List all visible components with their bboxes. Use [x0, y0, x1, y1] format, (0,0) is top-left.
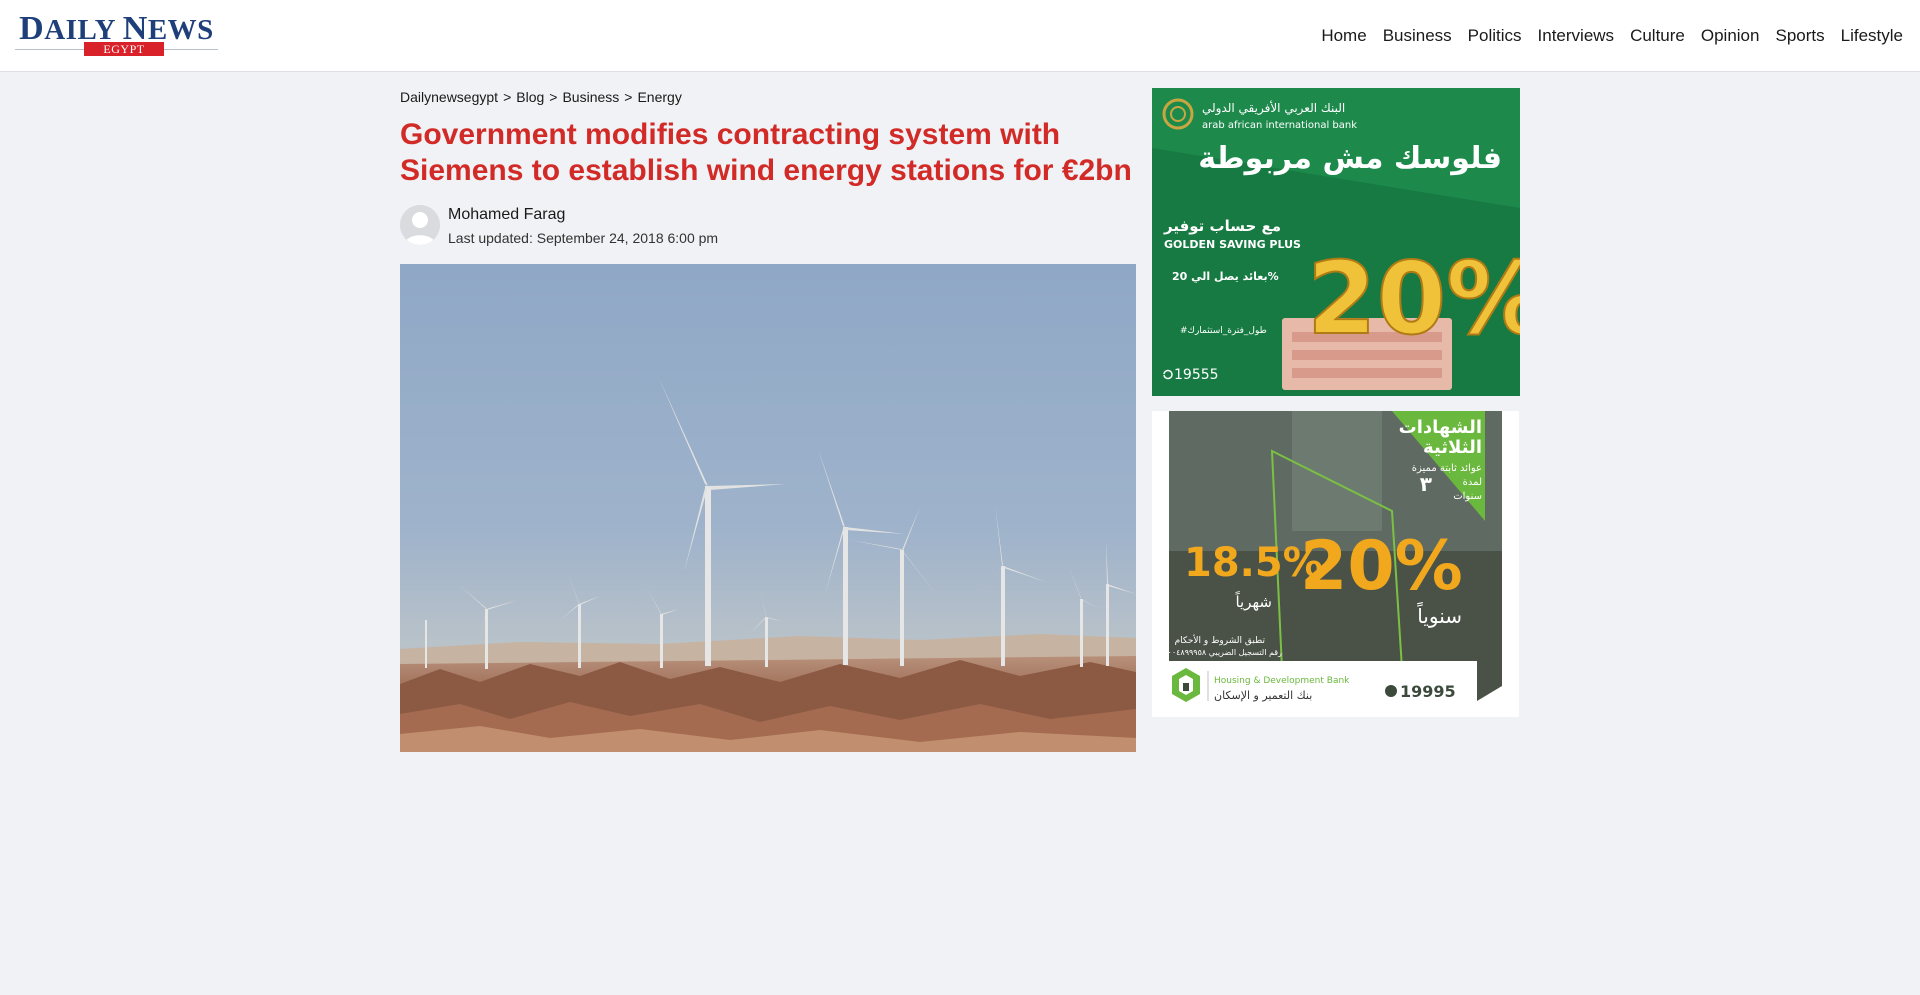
last-updated: Last updated: September 24, 2018 6:00 pm — [448, 230, 719, 246]
ad1-headline: فلوسك مش مربوطة — [1198, 141, 1502, 176]
nav-sports[interactable]: Sports — [1775, 24, 1824, 50]
ad2-sub2: لمدة — [1463, 477, 1482, 488]
ad2-num: ٣ — [1420, 472, 1432, 496]
ad1-tag: #طول_فترة_استثمارك — [1180, 326, 1267, 336]
ad2-tax: رقم التسجيل الضريبي ٢٠٠٤٨٩٩٩٥٨ — [1163, 648, 1282, 657]
ad2-bank-ar: بنك التعمير و الإسكان — [1214, 689, 1312, 702]
article-title: Government modifies contracting system w… — [400, 118, 1132, 187]
ad1-product: GOLDEN SAVING PLUS — [1164, 238, 1301, 251]
ad2-monthly: شهرياً — [1235, 591, 1272, 611]
nav-home[interactable]: Home — [1321, 24, 1366, 50]
author-name[interactable]: Mohamed Farag — [448, 206, 565, 224]
ad1-hotline: 19555 — [1174, 367, 1219, 383]
logo-wordmark: DAILY NEWS — [19, 10, 214, 47]
nav-interviews[interactable]: Interviews — [1538, 24, 1615, 50]
user-icon — [400, 205, 440, 245]
wind-farm-image — [400, 264, 1136, 752]
site-header: DAILY NEWS EGYPT Home Business Politics … — [0, 0, 1920, 72]
breadcrumb-home[interactable]: Dailynewsegypt — [400, 89, 498, 105]
main-nav: Home Business Politics Interviews Cultur… — [1321, 24, 1903, 50]
nav-culture[interactable]: Culture — [1630, 24, 1685, 50]
breadcrumb: Dailynewsegypt > Blog > Business > Energ… — [400, 89, 682, 105]
site-logo[interactable]: DAILY NEWS EGYPT — [15, 10, 218, 58]
ad2-hotline: 19995 — [1400, 682, 1456, 701]
logo-badge: EGYPT — [84, 42, 164, 56]
nav-opinion[interactable]: Opinion — [1701, 24, 1760, 50]
ad2-yearly: سنوياً — [1417, 602, 1462, 628]
breadcrumb-blog[interactable]: Blog — [516, 89, 544, 105]
breadcrumb-separator: > — [549, 89, 558, 105]
ad1-bank-en: arab african international bank — [1202, 120, 1357, 131]
ad2-bank-en: Housing & Development Bank — [1214, 676, 1350, 686]
phone-icon — [1385, 685, 1397, 697]
ad-housing-development-bank[interactable]: الشهادات الثلاثية عوائد ثابتة مميزة لمدة… — [1152, 411, 1519, 717]
ad1-bank-ar: البنك العربي الأفريقي الدولي — [1202, 100, 1345, 116]
nav-business[interactable]: Business — [1383, 24, 1452, 50]
nav-politics[interactable]: Politics — [1468, 24, 1522, 50]
ad-aaib-graphic: البنك العربي الأفريقي الدولي arab africa… — [1152, 88, 1520, 396]
ad2-rate-yearly: 20% — [1300, 527, 1463, 606]
breadcrumb-business[interactable]: Business — [562, 89, 619, 105]
ad2-title1: الشهادات — [1399, 417, 1482, 438]
ad1-line2: بعائد يصل الي 20% — [1172, 270, 1279, 283]
ad1-line1: مع حساب توفير — [1163, 217, 1281, 235]
author-avatar[interactable] — [400, 205, 440, 245]
ad2-title2: الثلاثية — [1423, 437, 1482, 458]
breadcrumb-separator: > — [503, 89, 512, 105]
ad1-rate: 20% — [1307, 240, 1520, 357]
nav-lifestyle[interactable]: Lifestyle — [1841, 24, 1903, 50]
ad-arab-african-bank[interactable]: البنك العربي الأفريقي الدولي arab africa… — [1152, 88, 1520, 396]
breadcrumb-energy[interactable]: Energy — [637, 89, 681, 105]
article-hero-image — [400, 264, 1136, 752]
ad2-terms: تطبق الشروط و الأحكام — [1175, 634, 1266, 646]
ad2-sub3: سنوات — [1453, 491, 1482, 502]
breadcrumb-separator: > — [624, 89, 633, 105]
ad-hdb-graphic: الشهادات الثلاثية عوائد ثابتة مميزة لمدة… — [1152, 411, 1519, 717]
